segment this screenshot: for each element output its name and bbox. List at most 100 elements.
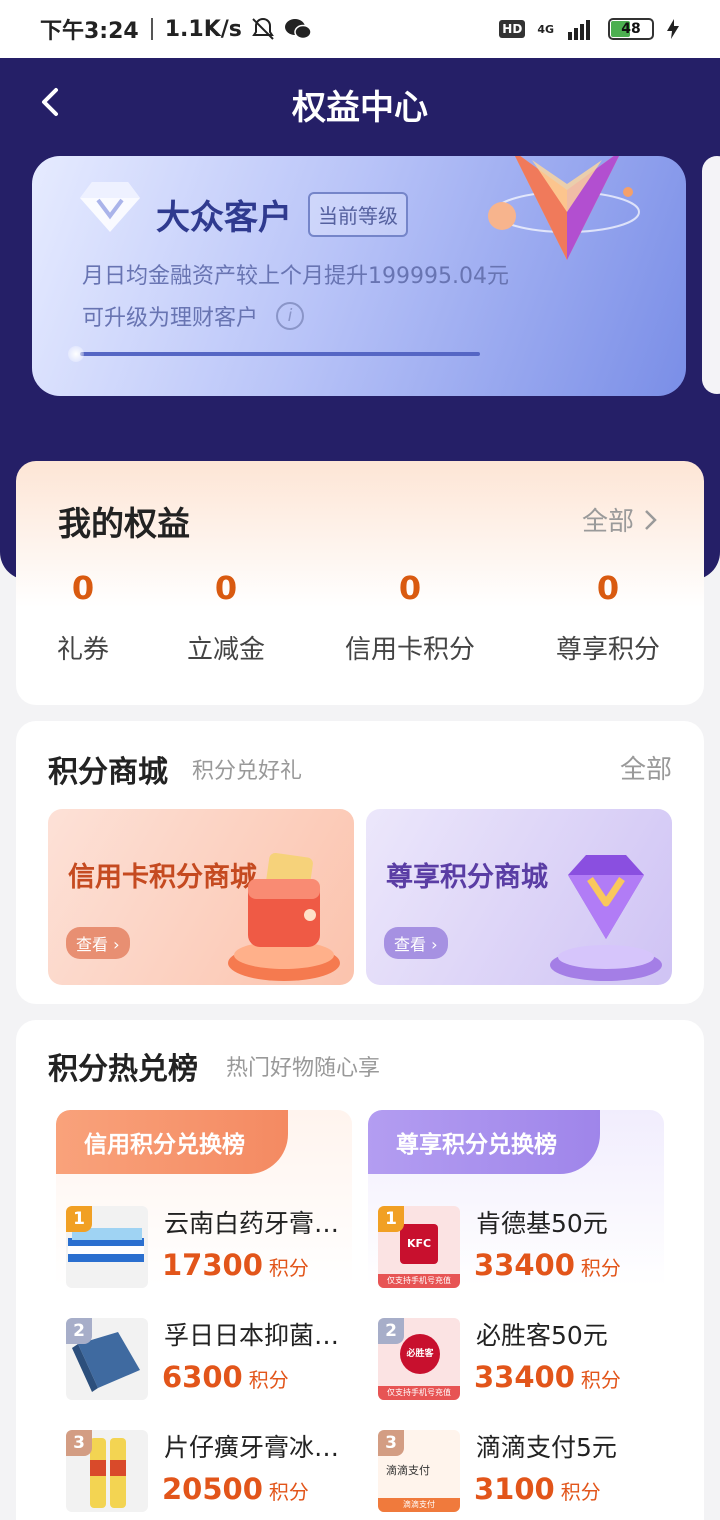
premium-points-rank-list: 尊享积分兑换榜 1 KFC 仅支持手机号充值 肯德基50元 33400 积分 2… [368,1110,664,1520]
thumb-note: 仅支持手机号充值 [378,1386,460,1400]
product-name: 片仔癀牙膏冰… [164,1433,340,1462]
level-upgrade-target: 可升级为理财客户 i [82,300,305,332]
hot-rank-card: 积分热兑榜 热门好物随心享 信用积分兑换榜 1 云南白药牙膏… 17300 积分… [16,1020,704,1520]
product-points: 17300 积分 [162,1248,309,1282]
stat-instant-discount-value: 0 [214,569,238,607]
rank-item[interactable]: 3 片仔癀牙膏冰… 20500 积分 [66,1426,352,1516]
product-points: 6300 积分 [162,1360,289,1394]
stat-instant-discount[interactable]: 0 立减金 [184,569,268,666]
level-name: 大众客户 [156,198,292,238]
points-mall-all-link[interactable]: 全部 [620,749,672,786]
rank-item[interactable]: 1 云南白药牙膏… 17300 积分 [66,1202,352,1292]
product-points: 33400 积分 [474,1248,621,1282]
signal-icon [568,20,590,40]
info-icon[interactable]: i [276,302,305,330]
battery-icon: 48 [608,18,654,40]
hot-rank-title: 积分热兑榜 [48,1052,198,1087]
my-rights-all-label: 全部 [581,507,634,537]
product-thumb-toothpaste: 1 [66,1206,148,1288]
product-points: 33400 积分 [474,1360,621,1394]
stat-coupons-value: 0 [71,569,95,607]
stat-credit-card-points-value: 0 [398,569,422,607]
battery-level: 48 [621,21,641,37]
status-time: 下午3:24 [40,19,139,44]
product-points-unit: 积分 [560,1480,601,1504]
premium-points-mall-view-label: 查看 [394,935,427,954]
wallet-icon [228,852,340,981]
hot-rank-subtitle: 热门好物随心享 [226,1056,381,1081]
product-name: 孚日日本抑菌… [164,1321,340,1350]
points-mall-card: 积分商城 积分兑好礼 全部 信用卡积分商城 查看 › 尊享积分商城 查看 › [16,721,704,1004]
product-points-unit: 积分 [268,1480,309,1504]
premium-points-mall-title: 尊享积分商城 [386,862,548,893]
status-bar: 下午3:24 1.1K/s HD 4G 48 [0,0,720,58]
rank-number: 3 [66,1430,92,1456]
product-thumb-towel: 2 [66,1318,148,1400]
rank-item[interactable]: 2 孚日日本抑菌… 6300 积分 [66,1314,352,1404]
credit-points-rank-header[interactable]: 信用积分兑换榜 [56,1110,288,1174]
v-badge-icon [488,156,640,260]
product-points-value: 33400 [474,1248,575,1282]
rank-number: 1 [378,1206,404,1232]
credit-card-mall-view-label: 查看 [76,935,109,954]
stat-premium-points-label: 尊享积分 [555,635,660,665]
stat-coupons[interactable]: 0 礼券 [56,569,110,666]
rank-number: 1 [66,1206,92,1232]
stat-instant-discount-label: 立减金 [186,635,265,665]
network-label: 4G [537,22,554,36]
bell-off-icon [252,17,274,40]
level-card[interactable]: 大众客户 当前等级 月日均金融资产较上个月提升199995.04元 可升级为理财… [32,156,686,396]
premium-points-mall-tile[interactable]: 尊享积分商城 查看 › [366,809,672,985]
product-points-unit: 积分 [248,1368,289,1392]
product-name: 必胜客50元 [476,1321,608,1350]
rank-item[interactable]: 2 必胜客 仅支持手机号充值 必胜客50元 33400 积分 [378,1314,664,1404]
thumb-note: 滴滴支付 [378,1498,460,1512]
page-title: 权益中心 [292,88,428,128]
product-points-value: 6300 [162,1360,243,1394]
product-points-value: 3100 [474,1472,555,1506]
product-thumb-toothpaste-tubes: 3 [66,1430,148,1512]
stat-credit-card-points[interactable]: 0 信用卡积分 [340,569,480,666]
wechat-icon [284,19,312,40]
charging-icon [667,19,679,39]
pizzahut-logo: 必胜客 [400,1334,440,1374]
product-thumb-kfc: 1 KFC 仅支持手机号充值 [378,1206,460,1288]
didi-logo: 滴滴支付 [386,1464,430,1477]
next-level-card-peek[interactable] [702,156,720,394]
level-tag: 当前等级 [308,192,408,237]
rank-number: 3 [378,1430,404,1456]
product-points: 3100 积分 [474,1472,601,1506]
my-rights-title: 我的权益 [58,504,190,543]
stat-coupons-label: 礼券 [56,635,109,665]
points-mall-subtitle: 积分兑好礼 [192,759,303,784]
product-thumb-pizzahut: 2 必胜客 仅支持手机号充值 [378,1318,460,1400]
product-points-unit: 积分 [580,1368,621,1392]
kfc-logo: KFC [400,1224,438,1264]
product-points-value: 33400 [474,1360,575,1394]
level-upgrade-target-text: 可升级为理财客户 [82,306,259,331]
purple-gem-icon [550,855,662,981]
credit-card-mall-tile[interactable]: 信用卡积分商城 查看 › [48,809,354,985]
rank-item[interactable]: 3 滴滴支付 滴滴支付 滴滴支付5元 3100 积分 [378,1426,664,1516]
thumb-note: 仅支持手机号充值 [378,1274,460,1288]
my-rights-all-link[interactable]: 全部 [582,501,658,538]
status-speed: 1.1K/s [164,16,242,42]
product-name: 滴滴支付5元 [476,1433,617,1462]
premium-points-rank-header[interactable]: 尊享积分兑换榜 [368,1110,600,1174]
stat-premium-points[interactable]: 0 尊享积分 [552,569,664,666]
premium-points-mall-view-button[interactable]: 查看 › [384,927,448,959]
credit-card-mall-view-button[interactable]: 查看 › [66,927,130,959]
hd-icon: HD [499,20,526,38]
product-thumb-didi: 3 滴滴支付 滴滴支付 [378,1430,460,1512]
rank-item[interactable]: 1 KFC 仅支持手机号充值 肯德基50元 33400 积分 [378,1202,664,1292]
level-progress-bar [80,352,480,356]
status-separator [150,18,153,40]
product-points-value: 17300 [162,1248,263,1282]
product-points: 20500 积分 [162,1472,309,1506]
product-name: 云南白药牙膏… [164,1209,340,1238]
credit-points-rank-list: 信用积分兑换榜 1 云南白药牙膏… 17300 积分 2 孚日日本抑菌… 630… [56,1110,352,1520]
stat-premium-points-value: 0 [596,569,620,607]
rank-number: 2 [378,1318,404,1344]
product-name: 肯德基50元 [476,1209,608,1238]
level-progress-dot [68,346,84,362]
